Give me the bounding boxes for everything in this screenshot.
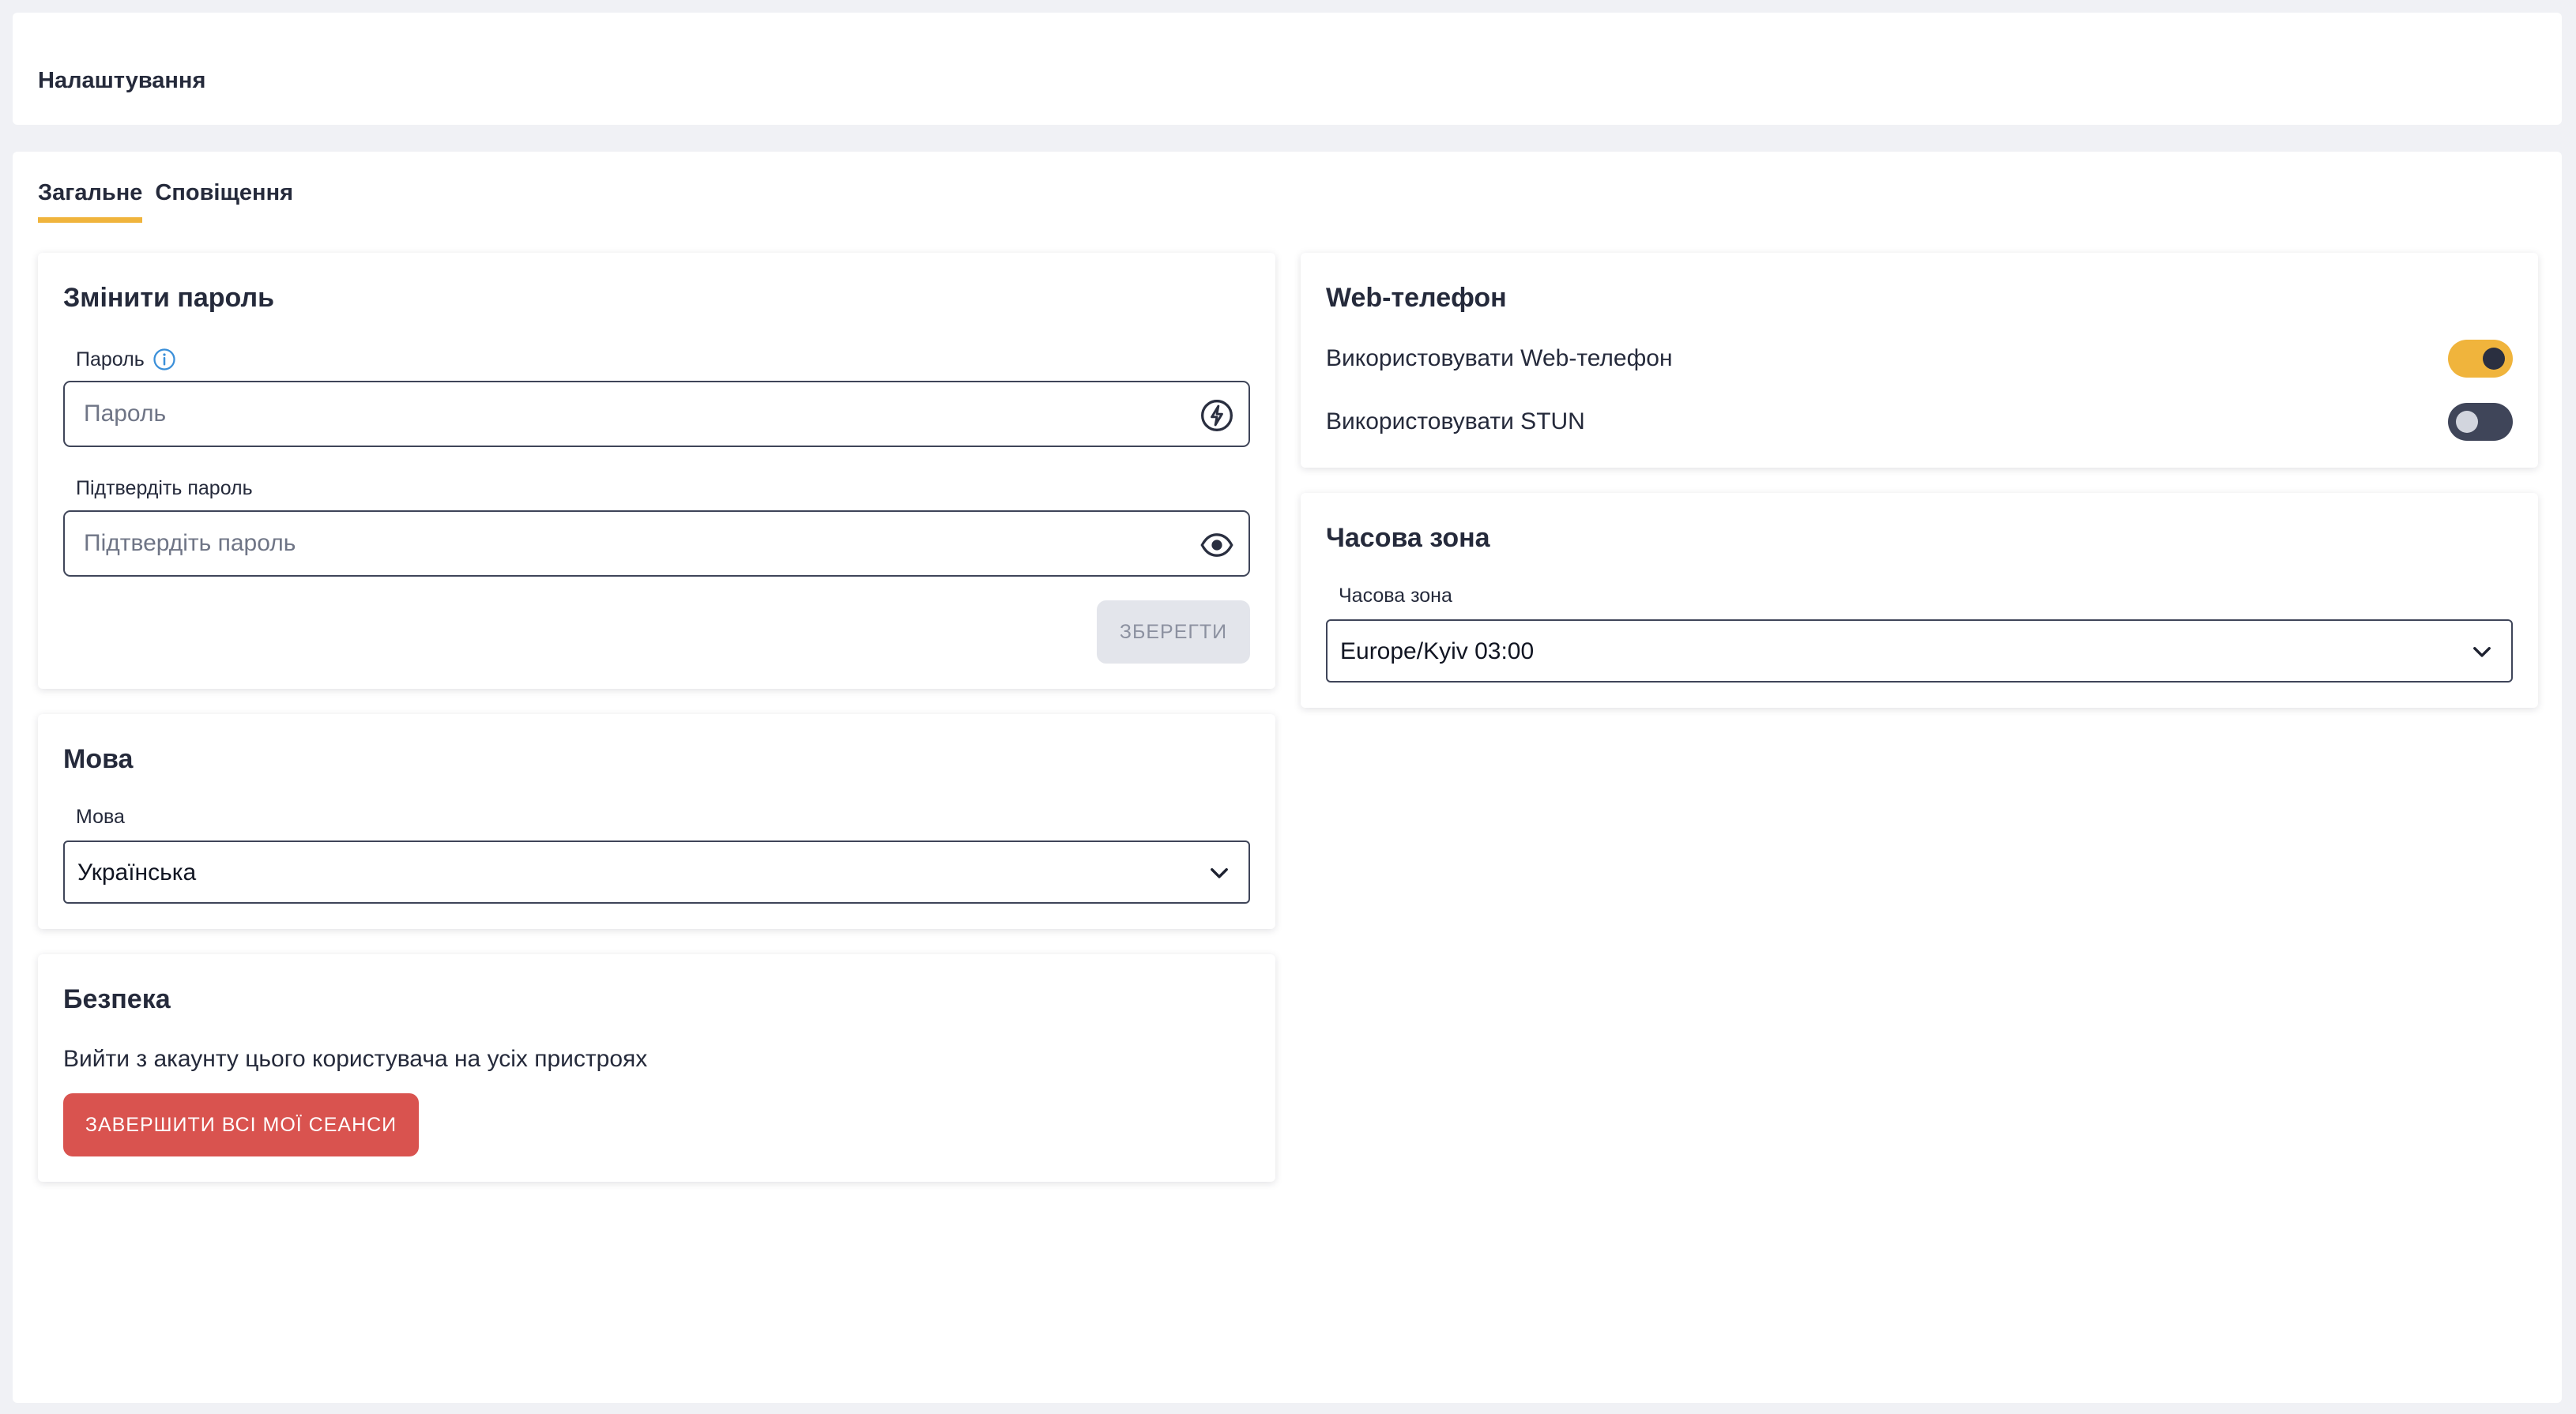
page-title: Налаштування (38, 68, 206, 93)
settings-panel: Загальне Сповіщення Змінити пароль Парол… (13, 152, 2562, 1403)
chevron-down-icon (1211, 868, 1228, 878)
timezone-label: Часова зона (1339, 585, 1452, 607)
info-icon[interactable] (153, 348, 176, 371)
timezone-title: Часова зона (1326, 523, 1490, 553)
page-header: Налаштування (13, 13, 2562, 125)
webphone-title: Web-телефон (1326, 283, 1507, 313)
settings-tabs: Загальне Сповіщення (38, 180, 293, 223)
eye-icon[interactable] (1199, 528, 1234, 562)
end-all-sessions-button[interactable]: ЗАВЕРШИТИ ВСІ МОЇ СЕАНСИ (63, 1093, 419, 1156)
toggle-knob (2483, 348, 2505, 370)
save-password-button[interactable]: ЗБЕРЕГТИ (1097, 600, 1250, 664)
security-description: Вийти з акаунту цього користувача на усі… (63, 1046, 648, 1072)
language-title: Мова (63, 744, 134, 774)
timezone-selected-value: Europe/Kyiv 03:00 (1340, 638, 1535, 664)
tab-general[interactable]: Загальне (38, 180, 143, 223)
use-webphone-toggle[interactable] (2448, 340, 2513, 378)
language-select[interactable]: Українська (63, 841, 1250, 904)
change-password-card: Змінити пароль Пароль Підтвердіть пароль (38, 253, 1275, 689)
chevron-down-icon (2473, 647, 2491, 657)
use-stun-label: Використовувати STUN (1326, 408, 1585, 434)
language-card: Мова Мова Українська (38, 714, 1275, 929)
webphone-toggle-row: Використовувати Web-телефон (1326, 337, 2513, 381)
timezone-card: Часова зона Часова зона Europe/Kyiv 03:0… (1301, 493, 2538, 708)
language-selected-value: Українська (77, 859, 197, 886)
password-label-text: Пароль (76, 348, 145, 370)
stun-toggle-row: Використовувати STUN (1326, 400, 2513, 444)
password-input[interactable] (65, 382, 1248, 446)
confirm-password-input[interactable] (65, 512, 1248, 575)
change-password-title: Змінити пароль (63, 283, 274, 313)
security-title: Безпека (63, 984, 171, 1014)
password-field-wrapper (63, 381, 1250, 447)
webphone-card: Web-телефон Використовувати Web-телефон … (1301, 253, 2538, 468)
security-card: Безпека Вийти з акаунту цього користувач… (38, 954, 1275, 1182)
confirm-password-field-wrapper (63, 510, 1250, 577)
lightning-icon[interactable] (1199, 398, 1234, 433)
confirm-password-label: Підтвердіть пароль (76, 477, 253, 499)
use-webphone-label: Використовувати Web-телефон (1326, 345, 1673, 371)
language-label: Мова (76, 806, 125, 828)
tab-notifications[interactable]: Сповіщення (155, 180, 293, 223)
toggle-knob (2456, 411, 2478, 433)
timezone-select[interactable]: Europe/Kyiv 03:00 (1326, 619, 2513, 683)
use-stun-toggle[interactable] (2448, 403, 2513, 441)
password-label: Пароль (76, 348, 176, 371)
